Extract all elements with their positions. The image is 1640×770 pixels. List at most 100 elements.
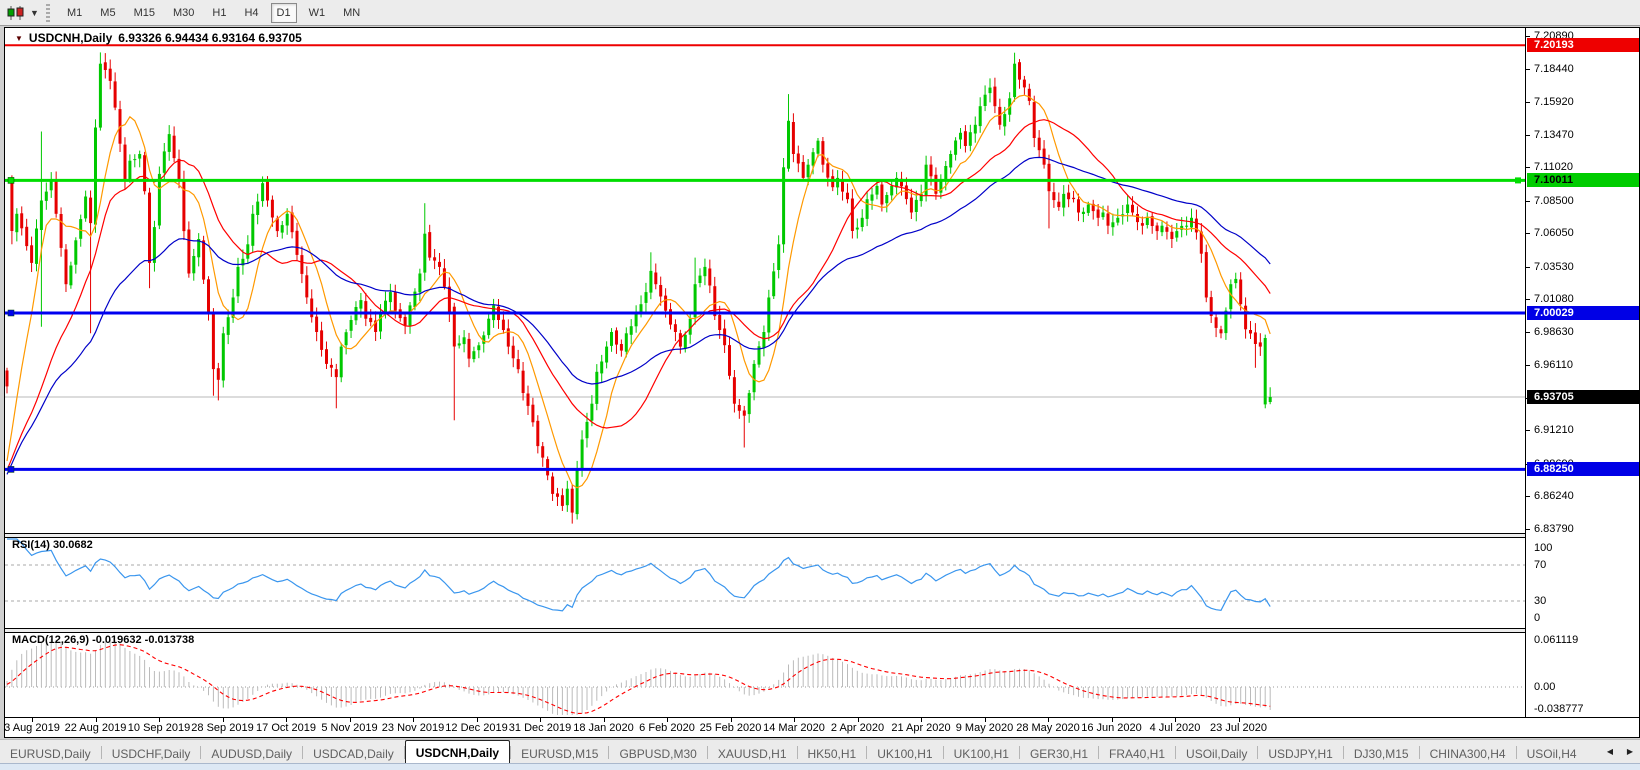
- timeframe-button-W1[interactable]: W1: [303, 3, 332, 23]
- macd-scale-label: 0.061119: [1534, 634, 1578, 646]
- axis-tick-mark: [1526, 69, 1530, 70]
- rsi-scale-label: 30: [1534, 595, 1546, 607]
- chart-tab-GBPUSD-M30[interactable]: GBPUSD,M30: [609, 743, 706, 763]
- price-badge-6.93705: 6.93705: [1527, 390, 1639, 404]
- axis-tick-mark: [1526, 102, 1530, 103]
- chart-window: ▼ USDCNH,Daily 6.93326 6.94434 6.93164 6…: [4, 27, 1640, 738]
- axis-tick-mark: [1526, 365, 1530, 366]
- chart-tab-DJ30-M15[interactable]: DJ30,M15: [1344, 743, 1419, 763]
- chart-tab-USDCNH-Daily[interactable]: USDCNH,Daily: [405, 740, 510, 763]
- price-badge-7.10011: 7.10011: [1527, 173, 1639, 187]
- rsi-scale-label: 0: [1534, 612, 1540, 624]
- date-label: 22 Aug 2019: [65, 722, 127, 734]
- price-tick-label: 7.06050: [1534, 227, 1574, 239]
- macd-label: MACD(12,26,9) -0.019632 -0.013738: [12, 634, 194, 646]
- price-tick-label: 7.18440: [1534, 63, 1574, 75]
- rsi-pane-canvas[interactable]: [5, 538, 1525, 628]
- macd-pane-canvas[interactable]: [5, 633, 1525, 717]
- rsi-label: RSI(14) 30.0682: [12, 539, 93, 551]
- chart-tab-HK50-H1[interactable]: HK50,H1: [798, 743, 867, 763]
- chart-tab-CHINA300-H4[interactable]: CHINA300,H4: [1420, 743, 1516, 763]
- tab-scroll-left-icon[interactable]: ◀: [1602, 742, 1618, 760]
- date-label: 10 Sep 2019: [128, 722, 190, 734]
- chart-ohlc-values: 6.93326 6.94434 6.93164 6.93705: [118, 31, 302, 45]
- axis-tick-mark: [1526, 529, 1530, 530]
- macd-scale-label: 0.00: [1534, 681, 1555, 693]
- timeframe-button-M30[interactable]: M30: [167, 3, 200, 23]
- chart-tab-XAUUSD-H1[interactable]: XAUUSD,H1: [708, 743, 797, 763]
- chart-tab-USDCHF-Daily[interactable]: USDCHF,Daily: [102, 743, 201, 763]
- axis-tick-mark: [1526, 496, 1530, 497]
- tab-scroll-right-icon[interactable]: ▶: [1622, 742, 1638, 760]
- date-label: 12 Dec 2019: [445, 722, 507, 734]
- axis-tick-mark: [1526, 267, 1530, 268]
- rsi-scale-label: 70: [1534, 559, 1546, 571]
- timeframe-button-M5[interactable]: M5: [94, 3, 121, 23]
- toolbar-grip: [46, 4, 50, 22]
- timeframe-button-MN[interactable]: MN: [337, 3, 366, 23]
- chart-tab-USOil-Daily[interactable]: USOil,Daily: [1176, 743, 1257, 763]
- chart-type-dropdown[interactable]: ▼: [6, 3, 40, 23]
- date-label: 4 Jul 2020: [1150, 722, 1201, 734]
- macd-scale-label: -0.038777: [1534, 703, 1584, 715]
- price-tick-label: 7.11020: [1534, 161, 1573, 173]
- timeframe-button-D1[interactable]: D1: [271, 3, 297, 23]
- price-tick-label: 7.08500: [1534, 195, 1574, 207]
- chart-symbol-label: USDCNH,Daily: [29, 31, 112, 45]
- rsi-scale-label: 100: [1534, 542, 1552, 554]
- chart-tab-EURUSD-M15[interactable]: EURUSD,M15: [511, 743, 608, 763]
- price-tick-label: 6.96110: [1534, 359, 1573, 371]
- chart-tab-FRA40-H1[interactable]: FRA40,H1: [1099, 743, 1175, 763]
- timeframe-button-M1[interactable]: M1: [61, 3, 88, 23]
- axis-tick-mark: [1526, 167, 1530, 168]
- date-label: 14 Mar 2020: [763, 722, 825, 734]
- date-label: 16 Jun 2020: [1081, 722, 1142, 734]
- price-tick-label: 7.03530: [1534, 261, 1574, 273]
- price-tick-label: 6.98630: [1534, 326, 1574, 338]
- chart-tab-EURUSD-Daily[interactable]: EURUSD,Daily: [0, 743, 101, 763]
- date-label: 28 Sep 2019: [191, 722, 253, 734]
- main-chart-canvas[interactable]: [5, 28, 1525, 533]
- date-label: 18 Jan 2020: [573, 722, 634, 734]
- date-label: 2 Apr 2020: [831, 722, 884, 734]
- top-toolbar: ▼ M1 M5 M15 M30 H1 H4 D1 W1MN: [0, 0, 1640, 26]
- chart-tab-AUDUSD-Daily[interactable]: AUDUSD,Daily: [201, 743, 302, 763]
- axis-tick-mark: [1526, 135, 1530, 136]
- date-label: 25 Feb 2020: [700, 722, 762, 734]
- status-bar: [0, 763, 1640, 770]
- timeframe-button-M15[interactable]: M15: [128, 3, 161, 23]
- price-tick-label: 7.15920: [1534, 96, 1574, 108]
- chart-tab-UK100-H1[interactable]: UK100,H1: [867, 743, 942, 763]
- date-label: 17 Oct 2019: [256, 722, 316, 734]
- price-badge-7.00029: 7.00029: [1527, 306, 1639, 320]
- chart-tab-USDCAD-Daily[interactable]: USDCAD,Daily: [303, 743, 404, 763]
- collapse-triangle-icon: ▼: [15, 34, 23, 43]
- axis-tick-mark: [1526, 332, 1530, 333]
- date-label: 23 Jul 2020: [1210, 722, 1267, 734]
- axis-tick-mark: [1526, 36, 1530, 37]
- price-scale[interactable]: 7.208907.184407.159207.134707.110207.085…: [1525, 28, 1639, 717]
- candlestick-chart-icon: [6, 5, 28, 21]
- date-label: 9 May 2020: [956, 722, 1013, 734]
- chart-tab-USDJPY-H1[interactable]: USDJPY,H1: [1258, 743, 1342, 763]
- timeframe-button-H4[interactable]: H4: [238, 3, 264, 23]
- date-label: 21 Apr 2020: [891, 722, 950, 734]
- chart-title: ▼ USDCNH,Daily 6.93326 6.94434 6.93164 6…: [15, 31, 302, 45]
- date-label: 23 Nov 2019: [382, 722, 444, 734]
- chart-tab-UK100-H1[interactable]: UK100,H1: [944, 743, 1019, 763]
- timeframe-button-H1[interactable]: H1: [206, 3, 232, 23]
- chart-tab-bar: EURUSD,DailyUSDCHF,DailyAUDUSD,DailyUSDC…: [0, 739, 1640, 763]
- axis-tick-mark: [1526, 299, 1530, 300]
- price-badge-6.88250: 6.88250: [1527, 462, 1639, 476]
- axis-tick-mark: [1526, 430, 1530, 431]
- date-label: 6 Feb 2020: [639, 722, 695, 734]
- chart-tab-GER30-H1[interactable]: GER30,H1: [1020, 743, 1098, 763]
- price-tick-label: 6.86240: [1534, 490, 1574, 502]
- price-tick-label: 7.01080: [1534, 293, 1574, 305]
- date-label: 5 Nov 2019: [321, 722, 377, 734]
- date-axis: 3 Aug 201922 Aug 201910 Sep 201928 Sep 2…: [5, 717, 1639, 737]
- chart-tab-USOil-H4[interactable]: USOil,H4: [1517, 743, 1587, 763]
- price-tick-label: 6.91210: [1534, 424, 1574, 436]
- axis-tick-mark: [1526, 201, 1530, 202]
- price-tick-label: 7.13470: [1534, 129, 1574, 141]
